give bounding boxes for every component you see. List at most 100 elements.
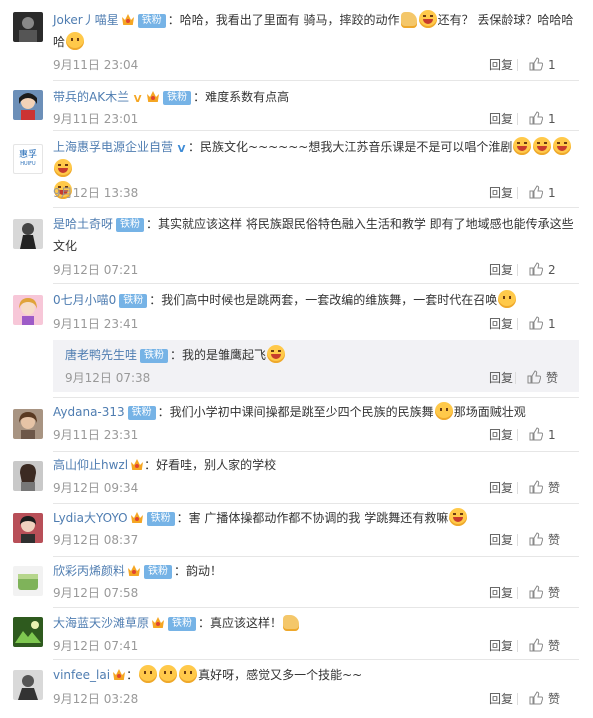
like-button[interactable]: 赞 (517, 531, 579, 549)
username[interactable]: 高山仰止hwzl (53, 458, 128, 472)
timestamp: 9月12日 13:38 (53, 186, 139, 200)
avatar[interactable] (13, 566, 43, 596)
timestamp: 9月11日 23:31 (53, 428, 139, 442)
avatar[interactable] (13, 513, 43, 543)
like-count: 1 (548, 58, 556, 72)
fan-badge[interactable]: 铁粉 (168, 617, 197, 631)
like-button[interactable]: 1 (517, 426, 579, 444)
crown-icon (130, 456, 144, 469)
fan-badge[interactable]: 铁粉 (127, 406, 156, 420)
avatar[interactable] (13, 670, 43, 700)
divider (53, 283, 579, 284)
comment-text: ：好看哇，别人家的学校 (144, 458, 277, 472)
username[interactable]: 0七月小喵0 (53, 293, 116, 307)
thumb-up-icon (529, 691, 543, 705)
avatar[interactable] (13, 295, 43, 325)
like-button[interactable]: 1 (517, 315, 579, 333)
username[interactable]: 是哈土奇呀 (53, 217, 113, 231)
username[interactable]: vinfee_lai (53, 668, 110, 682)
timestamp: 9月11日 23:01 (53, 112, 139, 126)
comment-feed: Joker丿喵星 铁粉 ：哈哈，我看出了里面有 骑马，摔跤的动作 还有？ 丢保龄球？哈… (0, 0, 593, 718)
comment-text-cont: 那场面贼壮观 (453, 405, 526, 419)
avatar[interactable] (13, 219, 43, 249)
like-label: 赞 (548, 481, 561, 495)
username[interactable]: Joker丿喵星 (53, 13, 119, 27)
reply-button[interactable]: 回复 (489, 110, 513, 128)
reply-button[interactable]: 回复 (489, 315, 513, 333)
divider (53, 397, 579, 398)
fan-badge[interactable]: 铁粉 (144, 565, 173, 579)
laugh-emoji-icon (267, 345, 286, 363)
reply-button[interactable]: 回复 (489, 261, 513, 279)
thumb-up-icon (527, 370, 541, 384)
divider (53, 207, 579, 208)
like-count: 2 (548, 263, 556, 277)
username[interactable]: Aydana-313 (53, 405, 125, 419)
laugh-emoji-icon (449, 508, 468, 526)
username[interactable]: 上海惠孚电源企业自营 (53, 140, 173, 154)
reply-button[interactable]: 回复 (489, 184, 513, 202)
comment-text: ：我的是雏鹰起飞 (170, 348, 267, 362)
comment-text: ：我们高中时候也是跳两套，一套改编的维族舞，一套时代在召唤 (149, 293, 498, 307)
fan-badge[interactable]: 铁粉 (137, 14, 166, 28)
cute-emoji-icon (159, 665, 178, 683)
reply-button[interactable]: 回复 (489, 369, 513, 387)
comment-text: ：哈哈，我看出了里面有 骑马，摔跤的动作 (167, 13, 400, 27)
comment-text-cont: 哈 (53, 35, 66, 49)
laugh-emoji-icon (513, 137, 532, 155)
fan-badge[interactable]: 铁粉 (140, 349, 169, 363)
thumbs-emoji-icon (400, 12, 417, 28)
reply-button[interactable]: 回复 (489, 690, 513, 708)
fan-badge[interactable]: 铁粉 (119, 294, 148, 308)
like-label: 赞 (548, 586, 561, 600)
comment-text: ：真应该这样！ (198, 616, 283, 630)
avatar[interactable] (13, 12, 43, 42)
username[interactable]: Lydia大YOYO (53, 511, 128, 525)
like-label: 赞 (546, 371, 559, 385)
like-button[interactable]: 赞 (517, 637, 579, 655)
username[interactable]: 唐老鸭先生哇 (65, 348, 137, 362)
timestamp: 9月11日 23:04 (53, 58, 139, 72)
comment-text-cont: 还有？ 丢保龄球？哈哈哈 (437, 13, 574, 27)
avatar[interactable] (13, 461, 43, 491)
like-button[interactable]: 赞 (517, 479, 579, 497)
avatar[interactable] (13, 617, 43, 647)
comment-text-cont: 文化 (53, 239, 78, 253)
cute-emoji-icon (179, 665, 198, 683)
reply-button[interactable]: 回复 (489, 637, 513, 655)
thumb-up-icon (529, 262, 543, 276)
like-button[interactable]: 赞 (515, 369, 569, 387)
username[interactable]: 带兵的AK木兰 (53, 90, 129, 104)
like-button[interactable]: 2 (517, 261, 579, 279)
fan-badge[interactable]: 铁粉 (163, 91, 192, 105)
like-count: 1 (548, 317, 556, 331)
reply-button[interactable]: 回复 (489, 426, 513, 444)
like-button[interactable]: 赞 (517, 690, 579, 708)
thumb-up-icon (529, 57, 543, 71)
reply-button[interactable]: 回复 (489, 56, 513, 74)
like-button[interactable]: 1 (517, 110, 579, 128)
avatar[interactable] (13, 409, 43, 439)
like-label: 赞 (548, 692, 561, 706)
username[interactable]: 大海蓝天沙滩草原 (53, 616, 149, 630)
laugh-emoji-icon (54, 159, 72, 177)
fan-badge[interactable]: 铁粉 (146, 512, 175, 526)
reply-button[interactable]: 回复 (489, 479, 513, 497)
like-button[interactable]: 1 (517, 184, 579, 202)
comment-text: ：我们小学初中课间操都是跳至少四个民族的民族舞 (157, 405, 434, 419)
avatar-logo-text: 惠孚 (18, 150, 37, 160)
like-button[interactable]: 赞 (517, 584, 579, 602)
reply-button[interactable]: 回复 (489, 531, 513, 549)
fan-badge[interactable]: 铁粉 (116, 218, 145, 232)
avatar[interactable]: 惠孚 HUIFU (13, 144, 43, 174)
avatar[interactable] (13, 90, 43, 120)
divider (53, 130, 579, 131)
reply-button[interactable]: 回复 (489, 584, 513, 602)
crown-icon (146, 88, 160, 101)
username[interactable]: 欣彩丙烯颜料 (53, 564, 125, 578)
comment-text: ：难度系数有点高 (193, 90, 290, 104)
timestamp: 9月12日 07:58 (53, 586, 139, 600)
comment-text-cont: 真好呀，感觉又多一个技能~~ (198, 668, 363, 682)
like-button[interactable]: 1 (517, 56, 579, 74)
like-count: 1 (548, 428, 556, 442)
